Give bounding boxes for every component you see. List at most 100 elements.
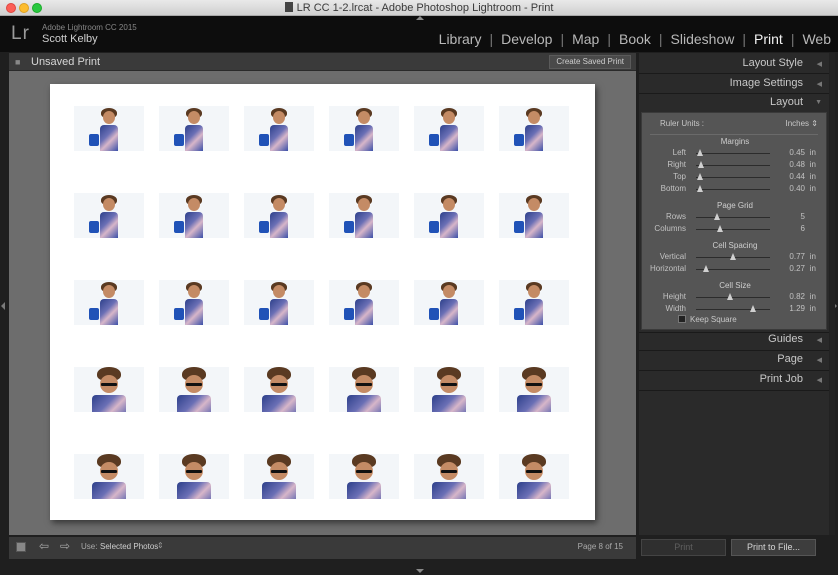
slider-value[interactable]: 5 [801, 212, 816, 221]
bottom-panel-toggle-arrow[interactable] [416, 569, 424, 573]
photo-body [440, 125, 458, 151]
slider-track[interactable] [696, 153, 770, 154]
print-header: ■ Unsaved Print Create Saved Print [9, 53, 636, 71]
photo-cell[interactable] [499, 280, 569, 325]
previous-page-arrow-icon[interactable]: ⇦ [39, 539, 49, 553]
photo-cell[interactable] [499, 106, 569, 151]
photo-cell[interactable] [159, 454, 229, 499]
slider-track[interactable] [696, 229, 770, 230]
photo-cell[interactable] [74, 280, 144, 325]
slider-value[interactable]: 0.77 in [789, 252, 816, 261]
use-selected-photos-dropdown[interactable]: Selected Photos [100, 542, 158, 551]
photo-cell[interactable] [329, 106, 399, 151]
photo-face [358, 198, 370, 211]
photo-cell[interactable] [414, 193, 484, 238]
slider-track[interactable] [696, 189, 770, 190]
photo-cell[interactable] [159, 367, 229, 412]
photo-cell[interactable] [159, 193, 229, 238]
photo-cell[interactable] [244, 454, 314, 499]
photo-cell[interactable] [329, 280, 399, 325]
module-map[interactable]: Map [572, 31, 599, 47]
image-settings-header[interactable]: Image Settings ◀ [639, 73, 829, 93]
photo-cell[interactable] [414, 367, 484, 412]
photo-cell[interactable] [499, 367, 569, 412]
slider-track[interactable] [696, 177, 770, 178]
slider-thumb[interactable] [730, 253, 736, 260]
photo-face [273, 198, 285, 211]
cell-size-title: Cell Size [719, 281, 751, 290]
photo-face [443, 111, 455, 124]
module-slideshow[interactable]: Slideshow [671, 31, 735, 47]
slider-thumb[interactable] [703, 265, 710, 272]
photo-cell[interactable] [74, 367, 144, 412]
photo-cell[interactable] [414, 280, 484, 325]
slider-value[interactable]: 0.27 in [789, 264, 816, 273]
slider-track[interactable] [696, 309, 770, 310]
photo-cell[interactable] [414, 106, 484, 151]
photo-cell[interactable] [329, 193, 399, 238]
top-panel-toggle-arrow[interactable] [416, 16, 424, 20]
keep-square-checkbox[interactable]: Keep Square [678, 315, 737, 324]
slider-thumb[interactable] [717, 225, 724, 232]
slider-unit: in [809, 172, 816, 181]
slider-value[interactable]: 0.45 in [789, 148, 816, 157]
layout-style-header[interactable]: Layout Style ◀ [639, 53, 829, 73]
photo-cell[interactable] [159, 280, 229, 325]
slider-value[interactable]: 0.48 in [789, 160, 816, 169]
photo-bag [174, 221, 184, 233]
photo-cell[interactable] [499, 454, 569, 499]
slider-thumb[interactable] [696, 185, 703, 192]
photo-cell[interactable] [414, 454, 484, 499]
ruler-units-select[interactable]: Inches ⇕ [785, 119, 818, 128]
keep-square-label: Keep Square [690, 315, 737, 324]
print-to-file-button[interactable]: Print to File... [731, 539, 816, 556]
slider-track[interactable] [696, 165, 770, 166]
photo-body [440, 299, 458, 325]
slider-label: Width [665, 304, 686, 313]
photo-cell[interactable] [329, 367, 399, 412]
photo-cell[interactable] [244, 106, 314, 151]
module-book[interactable]: Book [619, 31, 651, 47]
slider-thumb[interactable] [697, 173, 704, 180]
slider-value[interactable]: 0.82 in [789, 292, 816, 301]
page-header[interactable]: Page ◀ [639, 349, 829, 369]
photo-cell[interactable] [244, 367, 314, 412]
slider-thumb[interactable] [713, 213, 720, 220]
slider-value[interactable]: 0.40 in [789, 184, 816, 193]
slider-thumb[interactable] [749, 305, 756, 312]
module-web[interactable]: Web [802, 31, 831, 47]
photo-face [358, 285, 370, 298]
identity-plate-name: Scott Kelby [42, 33, 98, 45]
photo-cell[interactable] [244, 193, 314, 238]
module-print[interactable]: Print [754, 31, 783, 47]
photo-cell[interactable] [329, 454, 399, 499]
next-page-arrow-icon[interactable]: ⇨ [60, 539, 70, 553]
module-develop[interactable]: Develop [501, 31, 552, 47]
module-library[interactable]: Library [439, 31, 482, 47]
photo-body [185, 299, 203, 325]
photo-cell[interactable] [74, 193, 144, 238]
print-button[interactable]: Print [641, 539, 726, 556]
print-job-header[interactable]: Print Job ◀ [639, 369, 829, 389]
photo-cell[interactable] [74, 454, 144, 499]
layout-header[interactable]: Layout ▼ [639, 92, 829, 112]
photo-cell[interactable] [499, 193, 569, 238]
photo-cell[interactable] [244, 280, 314, 325]
slider-row-width: Width 1.29 in [642, 303, 828, 315]
slider-value[interactable]: 6 [801, 224, 816, 233]
slider-thumb[interactable] [697, 149, 704, 156]
guides-header[interactable]: Guides ◀ [639, 329, 829, 349]
photo-cell[interactable] [74, 106, 144, 151]
page-grid-title: Page Grid [716, 201, 754, 210]
right-panel-scrollbar[interactable] [829, 53, 835, 535]
page-view-toggle[interactable] [16, 542, 26, 552]
photo-bag [259, 221, 269, 233]
slider-track[interactable] [696, 217, 770, 218]
slider-value[interactable]: 0.44 in [789, 172, 816, 181]
left-panel-toggle-arrow[interactable] [1, 302, 5, 310]
photo-cell[interactable] [159, 106, 229, 151]
create-saved-print-button[interactable]: Create Saved Print [549, 55, 631, 69]
slider-value[interactable]: 1.29 in [789, 304, 816, 313]
slider-thumb[interactable] [727, 293, 734, 300]
slider-thumb[interactable] [698, 161, 705, 168]
